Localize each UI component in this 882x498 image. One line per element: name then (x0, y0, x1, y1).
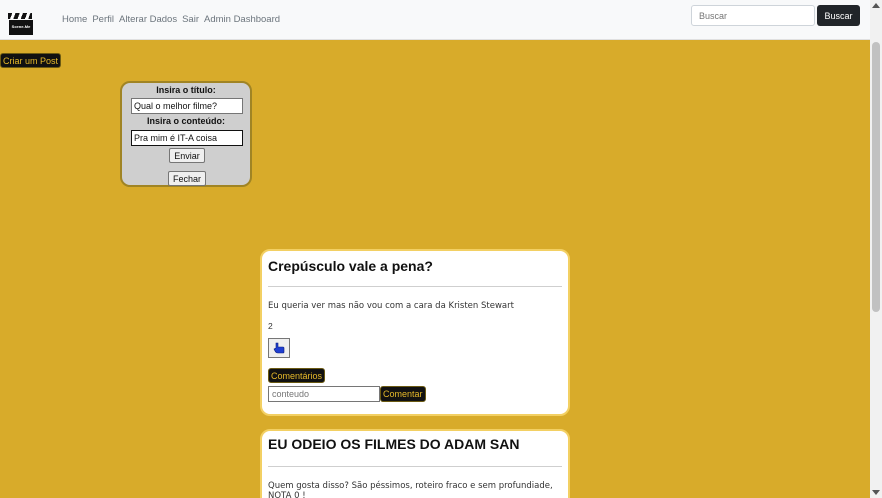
nav-link-home[interactable]: Home (62, 14, 87, 25)
navbar: Scene-Me Home Perfil Alterar Dados Sair … (0, 0, 870, 40)
divider (268, 466, 562, 467)
comment-input[interactable] (268, 386, 380, 402)
create-post-form: Insira o título: Insira o conteúdo: Envi… (120, 81, 252, 187)
nav-links: Home Perfil Alterar Dados Sair Admin Das… (62, 14, 280, 25)
comments-button[interactable]: Comentários (268, 368, 326, 383)
divider (268, 286, 562, 287)
comment-submit-button[interactable]: Comentar (380, 386, 426, 402)
scrollbar[interactable] (870, 0, 882, 498)
title-field[interactable] (131, 98, 243, 114)
like-button[interactable] (268, 338, 290, 358)
post-card: EU ODEIO OS FILMES DO ADAM SAN Quem gost… (260, 429, 570, 498)
post-title: Crepúsculo vale a pena? (268, 258, 433, 274)
title-label: Insira o título: (156, 85, 216, 95)
logo-text: Scene-Me (11, 24, 31, 29)
send-button[interactable]: Enviar (169, 148, 205, 163)
post-card: Crepúsculo vale a pena? Eu queria ver ma… (260, 249, 570, 416)
nav-link-sair[interactable]: Sair (182, 14, 199, 25)
like-count: 2 (268, 321, 273, 331)
scroll-up-arrow-icon[interactable] (872, 3, 880, 8)
pointing-hand-icon (273, 342, 285, 354)
nav-link-admin-dashboard[interactable]: Admin Dashboard (204, 14, 280, 25)
create-post-button[interactable]: Criar um Post (0, 53, 62, 68)
content-field[interactable] (131, 130, 243, 146)
nav-link-perfil[interactable]: Perfil (92, 14, 114, 25)
clapperboard-icon (8, 13, 32, 19)
close-button[interactable]: Fechar (168, 171, 206, 186)
scrollbar-thumb[interactable] (872, 42, 880, 312)
search-input[interactable] (691, 5, 815, 26)
logo[interactable]: Scene-Me (8, 9, 34, 35)
content-label: Insira o conteúdo: (146, 116, 225, 126)
post-title: EU ODEIO OS FILMES DO ADAM SAN (268, 436, 520, 452)
nav-link-alterar-dados[interactable]: Alterar Dados (119, 14, 177, 25)
scroll-down-arrow-icon[interactable] (872, 490, 880, 495)
search-button[interactable]: Buscar (817, 5, 860, 26)
post-content: Eu queria ver mas não vou com a cara da … (268, 301, 514, 311)
post-content: Quem gosta disso? São péssimos, roteiro … (268, 481, 553, 498)
